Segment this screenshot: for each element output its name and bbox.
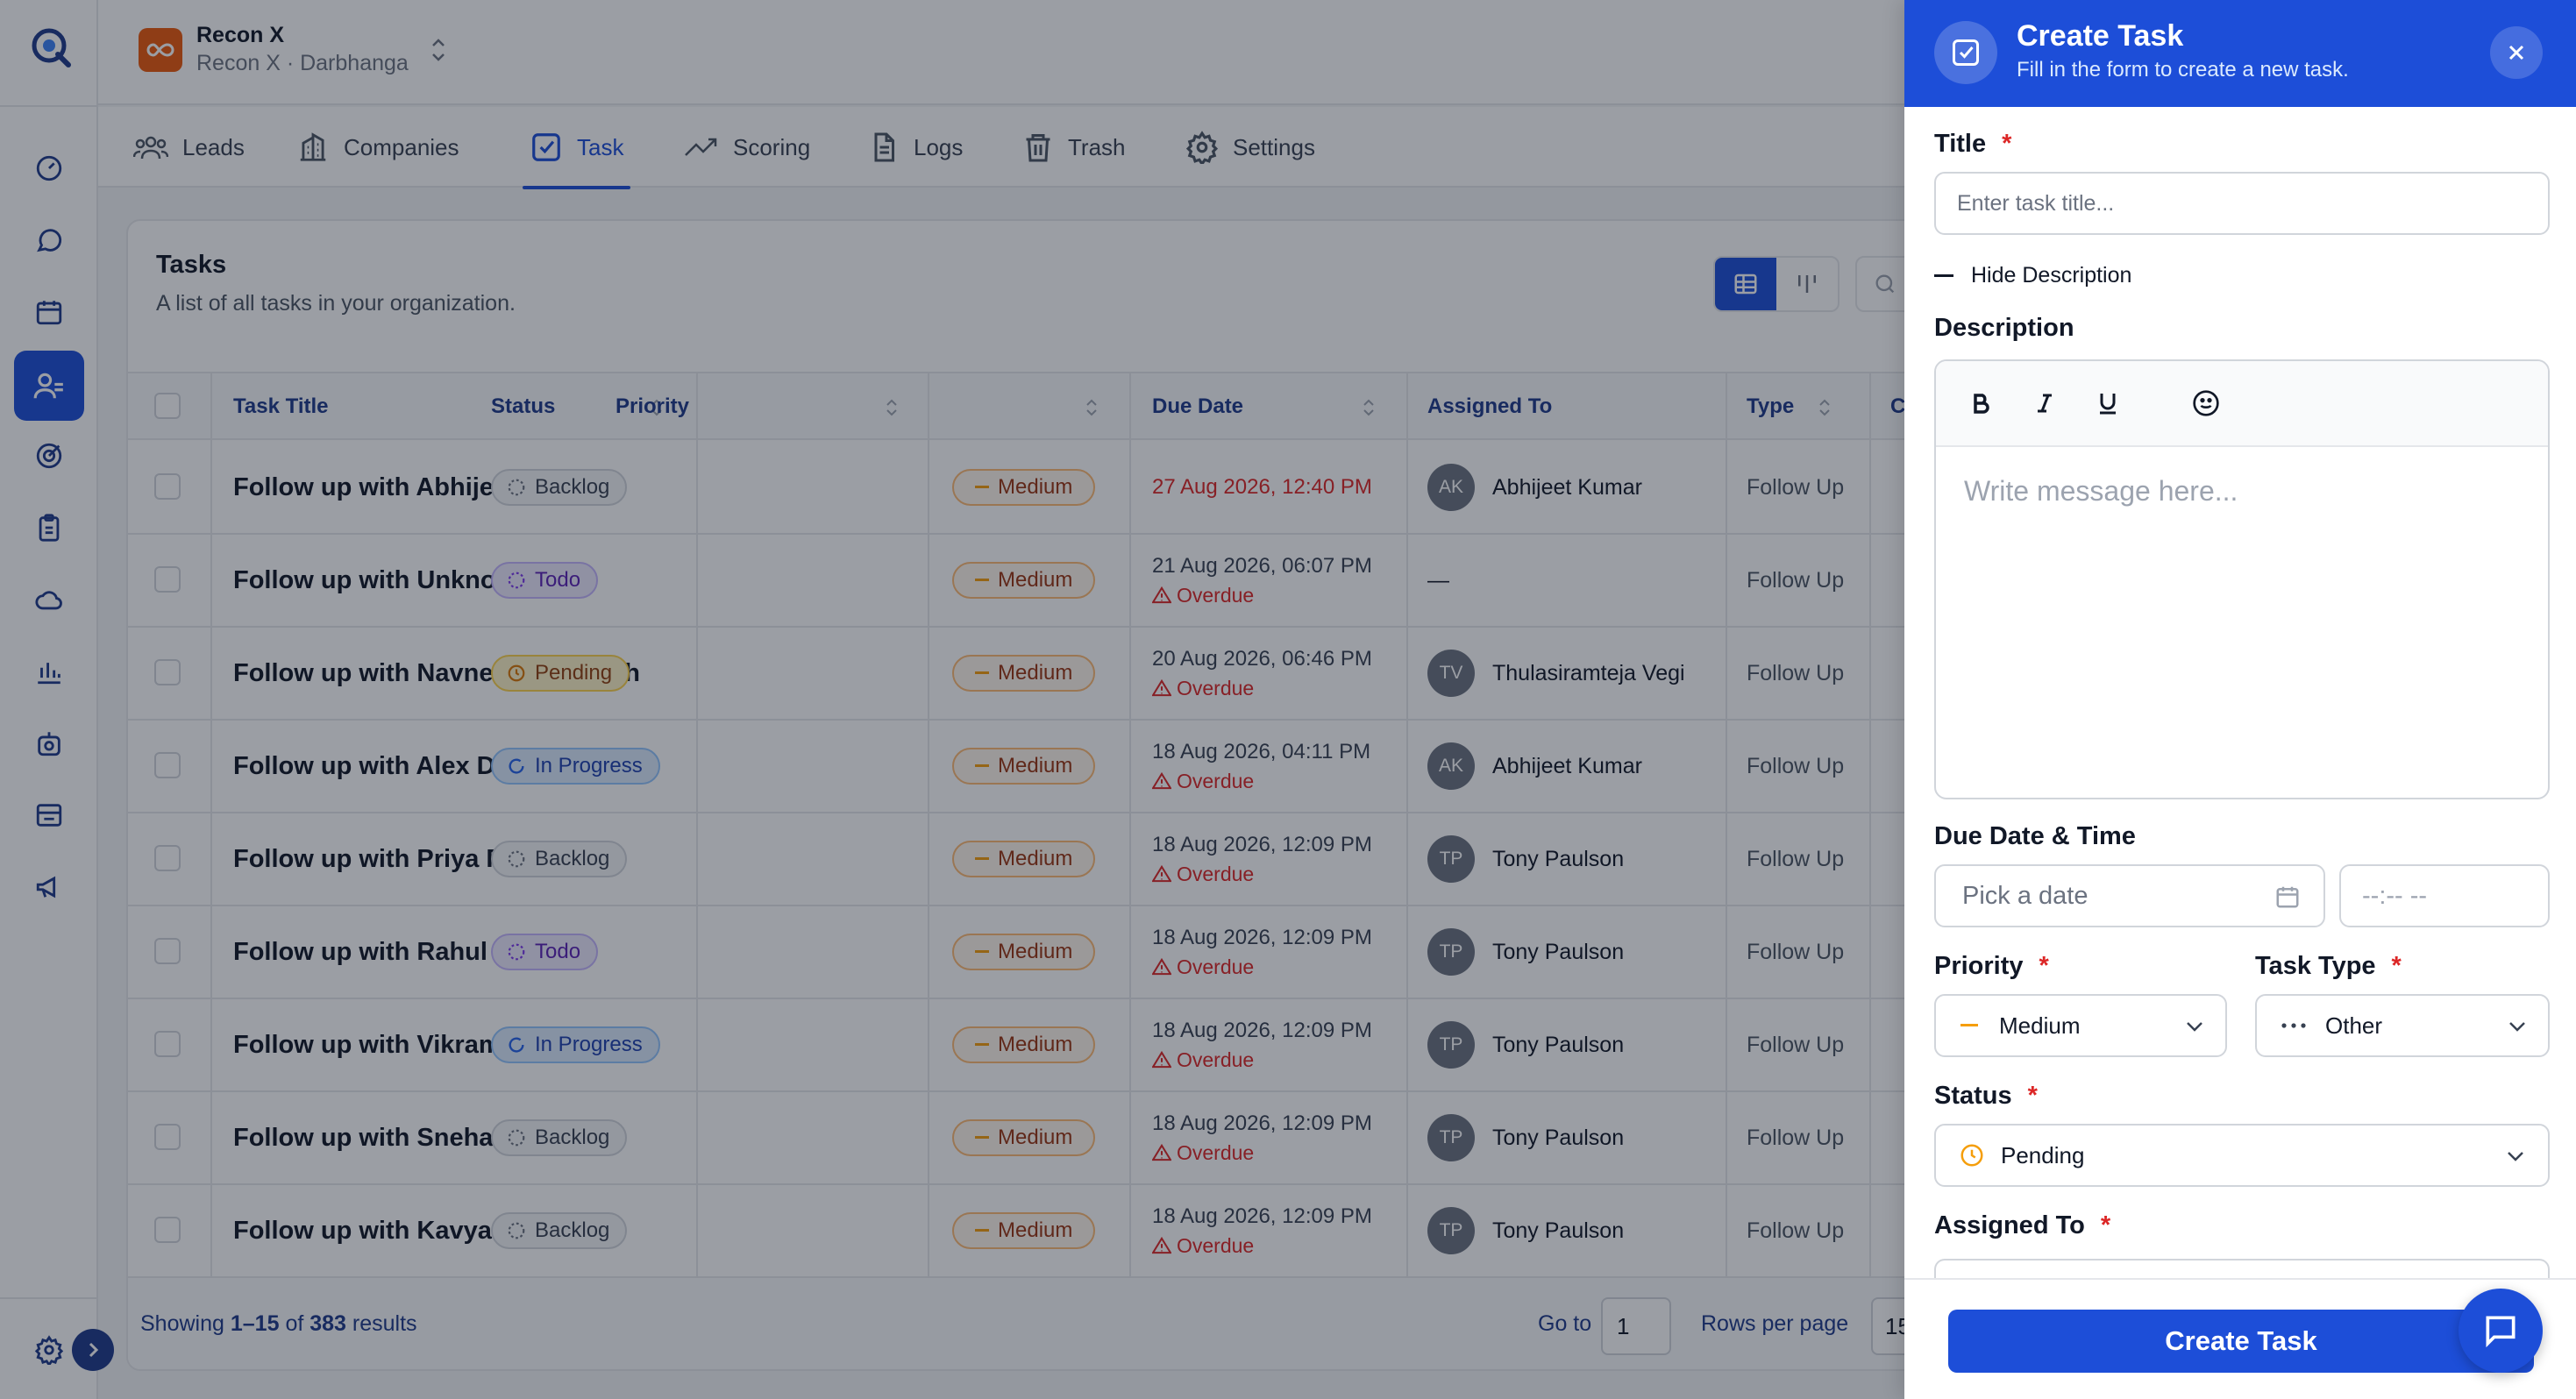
assigned-label-text: Assigned To [1934,1211,2085,1239]
panel-title: Create Task [2017,19,2184,53]
chevron-down-icon [2508,1152,2523,1161]
priority-label-text: Priority [1934,952,2024,980]
underline-button[interactable] [2090,386,2125,421]
close-icon [2508,45,2524,60]
clock-icon [1960,1144,1983,1167]
time-placeholder: --:-- -- [2362,881,2428,910]
task-type-label-text: Task Type [2255,952,2376,980]
status-label-text: Status [1934,1082,2012,1110]
title-label: Title * [1934,130,2011,159]
minus-icon [1960,1024,1978,1026]
description-label: Description [1934,314,2074,342]
priority-value: Medium [1999,1012,2081,1039]
italic-icon [2038,394,2052,413]
task-type-select[interactable]: Other [2255,994,2550,1057]
more-horizontal-icon [2281,1023,2306,1028]
underline-icon [2100,394,2116,415]
title-label-text: Title [1934,130,1987,158]
required-mark: * [2002,130,2012,158]
chevron-down-icon [2187,1022,2202,1032]
status-label: Status * [1934,1082,2038,1111]
message-icon [2486,1316,2516,1348]
required-mark: * [2391,952,2402,980]
description-editor: Write message here... [1934,359,2550,799]
bold-icon [1974,394,1989,414]
time-input[interactable]: --:-- -- [2339,864,2550,927]
create-task-button[interactable]: Create Task [1948,1310,2534,1373]
hide-description-toggle[interactable]: Hide Description [1934,263,2131,288]
editor-placeholder[interactable]: Write message here... [1964,475,2238,508]
task-type-label: Task Type * [2255,952,2402,981]
minus-icon [1934,273,1953,277]
title-input[interactable]: Enter task title... [1934,172,2550,235]
status-select[interactable]: Pending [1934,1124,2550,1187]
modal-backdrop[interactable] [0,0,1904,1399]
calendar-icon [2276,886,2299,908]
priority-label: Priority * [1934,952,2049,981]
required-mark: * [2100,1211,2111,1239]
panel-header: Create Task Fill in the form to create a… [1904,0,2576,107]
required-mark: * [2027,1082,2038,1110]
close-panel-button[interactable] [2490,26,2543,79]
due-date-label: Due Date & Time [1934,822,2136,850]
title-placeholder: Enter task title... [1957,190,2115,216]
hide-description-label: Hide Description [1971,263,2132,288]
priority-select[interactable]: Medium [1934,994,2227,1057]
chevron-down-icon [2509,1022,2525,1032]
required-mark: * [2039,952,2049,980]
panel-subtitle: Fill in the form to create a new task. [2017,58,2349,82]
smiley-icon [2193,390,2219,416]
status-value: Pending [2001,1141,2085,1168]
assigned-to-label: Assigned To * [1934,1211,2110,1240]
emoji-button[interactable] [2188,386,2224,421]
date-picker[interactable]: Pick a date [1934,864,2325,927]
task-checkbox-icon [1934,21,1997,84]
create-task-panel: Create Task Fill in the form to create a… [1904,0,2576,1399]
task-type-value: Other [2325,1012,2383,1039]
date-placeholder: Pick a date [1962,881,2089,910]
italic-button[interactable] [2027,386,2062,421]
editor-toolbar [1936,361,2548,447]
bold-button[interactable] [1964,386,1999,421]
support-chat-button[interactable] [2459,1289,2543,1373]
